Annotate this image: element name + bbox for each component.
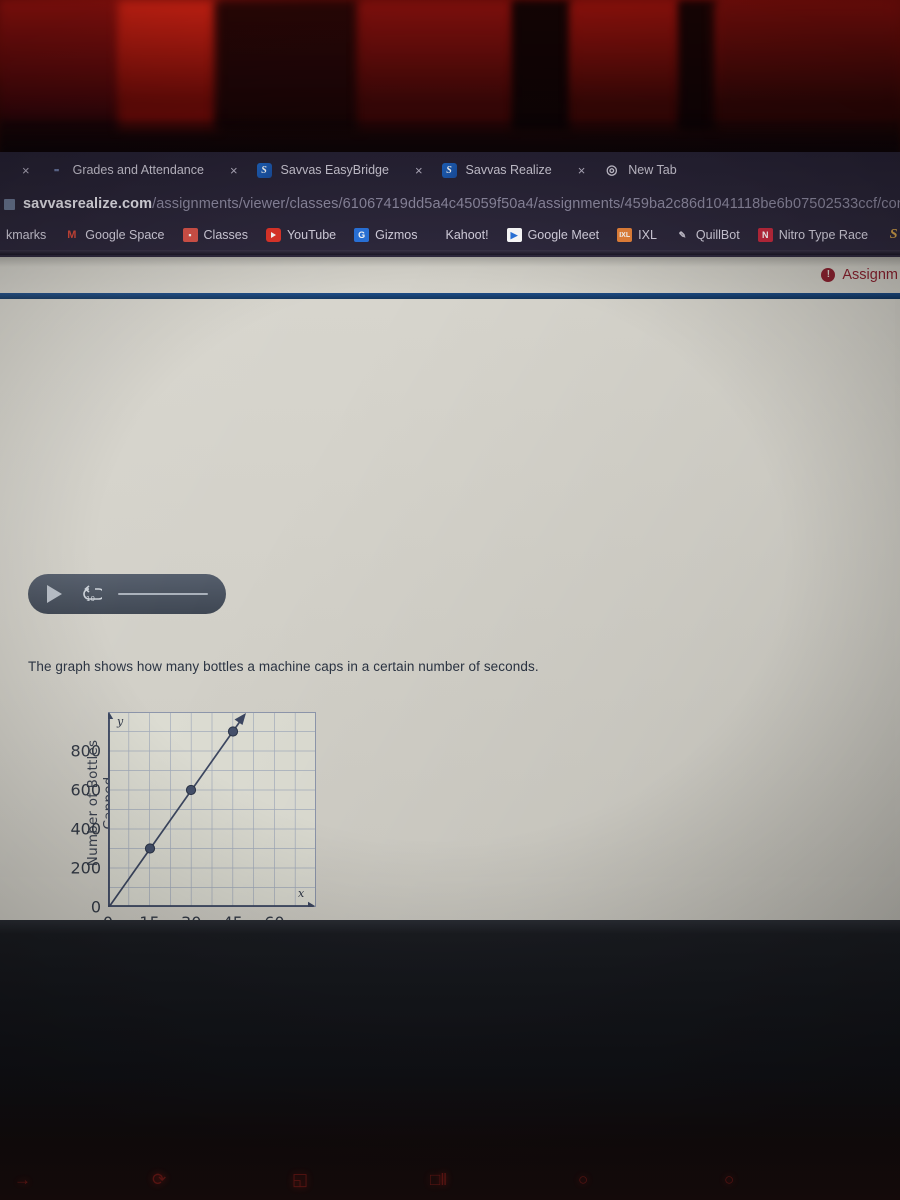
- y-tick-200: 200: [70, 858, 101, 878]
- bookmark-item-kahoot[interactable]: Kahoot!: [439, 228, 494, 242]
- bookmark-label: Kahoot!: [445, 228, 489, 242]
- alert-icon: !: [821, 268, 836, 282]
- bookmark-item-gizmos[interactable]: G Gizmos: [348, 228, 423, 242]
- bookmark-item-bookmarks[interactable]: kmarks: [0, 228, 52, 242]
- x-tick-15: 15: [139, 913, 159, 920]
- plot-area-wrapper: y x 0 200 400 600 800 0 15 30 45 60: [70, 712, 316, 920]
- red-glow-1: [0, 0, 120, 130]
- bookmark-label: Google Meet: [527, 228, 600, 242]
- bookmark-item-nitro-type-race[interactable]: N Nitro Type Race: [752, 228, 874, 242]
- chrome-favicon: ◎: [606, 162, 618, 177]
- key-icon-5: ○: [578, 1170, 589, 1189]
- key-icon-6: ○: [724, 1170, 735, 1189]
- bookmark-label: Nitro Type Race: [778, 228, 869, 242]
- bookmark-item-truncated[interactable]: S T: [880, 227, 900, 242]
- assignment-label: Assignm: [842, 267, 898, 283]
- x-tick-60: 60: [264, 913, 284, 920]
- assignment-status-badge[interactable]: ! Assignm: [821, 267, 898, 283]
- address-bar[interactable]: savvasrealize.com/assignments/viewer/cla…: [0, 189, 900, 219]
- bookmark-item-google-meet[interactable]: ▶ Google Meet: [501, 228, 606, 242]
- app-header: ! Assignm: [0, 257, 900, 293]
- url-text: savvasrealize.com/assignments/viewer/cla…: [23, 196, 900, 212]
- bookmark-item-youtube[interactable]: YouTube: [260, 228, 342, 242]
- close-icon[interactable]: ×: [560, 163, 596, 178]
- y-tick-600: 600: [70, 780, 101, 800]
- question-content-area: 10 The graph shows how many bottles a ma…: [0, 299, 895, 920]
- bookmark-label: QuillBot: [695, 228, 740, 242]
- tab-label: Grades and Attendance: [72, 163, 204, 177]
- s-icon: S: [889, 227, 898, 242]
- url-path: /assignments/viewer/classes/61067419dd5a…: [152, 196, 900, 212]
- rewind-10-icon[interactable]: 10: [82, 585, 102, 603]
- classes-icon: ▪: [182, 228, 198, 242]
- tab-strip: × ▪▪ Grades and Attendance × S Savvas Ea…: [0, 152, 900, 188]
- y-tick-400: 400: [70, 819, 101, 839]
- bookmark-label: Google Space: [85, 228, 165, 242]
- svg-text:y: y: [116, 715, 124, 728]
- browser-tab-savvas-easybridge[interactable]: × S Savvas EasyBridge: [208, 152, 393, 188]
- key-icon-2: ⟳: [152, 1170, 167, 1189]
- bookmark-item-google-space[interactable]: M Google Space: [58, 228, 170, 242]
- key-icon-4: □‖: [430, 1170, 448, 1189]
- tab-label: New Tab: [628, 163, 677, 177]
- savvas-favicon: S: [441, 162, 457, 178]
- svg-text:10: 10: [86, 595, 95, 603]
- play-icon[interactable]: [47, 585, 62, 603]
- ixl-icon: IXL: [617, 228, 633, 242]
- x-tick-45: 45: [223, 913, 243, 920]
- bookmark-item-classes[interactable]: ▪ Classes: [177, 228, 254, 242]
- svg-text:x: x: [298, 887, 305, 900]
- google-meet-icon: ▶: [506, 228, 522, 242]
- close-icon[interactable]: ×: [397, 163, 433, 178]
- x-tick-30: 30: [181, 913, 201, 920]
- x-tick-0: 0: [103, 913, 113, 920]
- y-tick-0: 0: [90, 897, 101, 917]
- bookmark-label: Gizmos: [375, 228, 418, 242]
- browser-tab-grades-and-attendance[interactable]: × ▪▪ Grades and Attendance: [0, 152, 208, 188]
- y-tick-800: 800: [70, 741, 101, 761]
- red-glow-2: [118, 0, 218, 130]
- close-icon[interactable]: ×: [212, 163, 248, 178]
- red-glow-3: [215, 0, 360, 130]
- bookmarks-bar: kmarks M Google Space ▪ Classes YouTube …: [0, 220, 900, 250]
- site-info-icon[interactable]: [4, 198, 15, 210]
- bookmark-label: kmarks: [6, 228, 47, 242]
- key-icon-1: →: [14, 1170, 31, 1189]
- audio-player-top[interactable]: 10: [28, 574, 226, 614]
- browser-tab-new-tab[interactable]: × ◎ New Tab: [556, 152, 681, 188]
- tab-label: Savvas EasyBridge: [280, 163, 389, 177]
- key-icon-3: ◱: [292, 1170, 309, 1189]
- savvas-favicon: S: [256, 162, 272, 178]
- red-glow-5: [512, 0, 572, 130]
- quillbot-icon: ✎: [678, 229, 687, 240]
- browser-tab-savvas-realize[interactable]: × S Savvas Realize: [393, 152, 556, 188]
- bookmark-item-ixl[interactable]: IXL IXL: [611, 228, 663, 242]
- close-icon[interactable]: ×: [4, 163, 40, 178]
- question-prompt: The graph shows how many bottles a machi…: [28, 659, 539, 674]
- audio-progress-track[interactable]: [118, 593, 208, 595]
- nitro-type-icon: N: [757, 228, 773, 242]
- bookmark-label: YouTube: [286, 228, 337, 242]
- savvas-realize-page: ! Assignm 10 The graph shows how many bo…: [0, 257, 900, 920]
- laptop-deck-area: → ⟳ ◱ □‖ ○ ○: [0, 920, 900, 1200]
- red-glow-7: [678, 0, 718, 130]
- bookmark-label: Classes: [203, 228, 248, 242]
- url-host: savvasrealize.com: [23, 196, 153, 212]
- youtube-icon: [265, 228, 281, 242]
- red-glow-8: [715, 0, 900, 130]
- bookmark-item-quillbot[interactable]: ✎ QuillBot: [669, 228, 746, 242]
- red-glow-4: [358, 0, 513, 130]
- proportional-relationship-graph: Number of Bottles Capped: [30, 699, 330, 920]
- m-icon: M: [67, 229, 77, 241]
- tab-label: Savvas Realize: [465, 163, 552, 177]
- plot-area: y x: [108, 712, 316, 907]
- grades-favicon: ▪▪: [53, 165, 59, 175]
- bookmark-label: IXL: [638, 228, 657, 242]
- gizmos-icon: G: [354, 228, 370, 242]
- red-glow-6: [570, 0, 680, 130]
